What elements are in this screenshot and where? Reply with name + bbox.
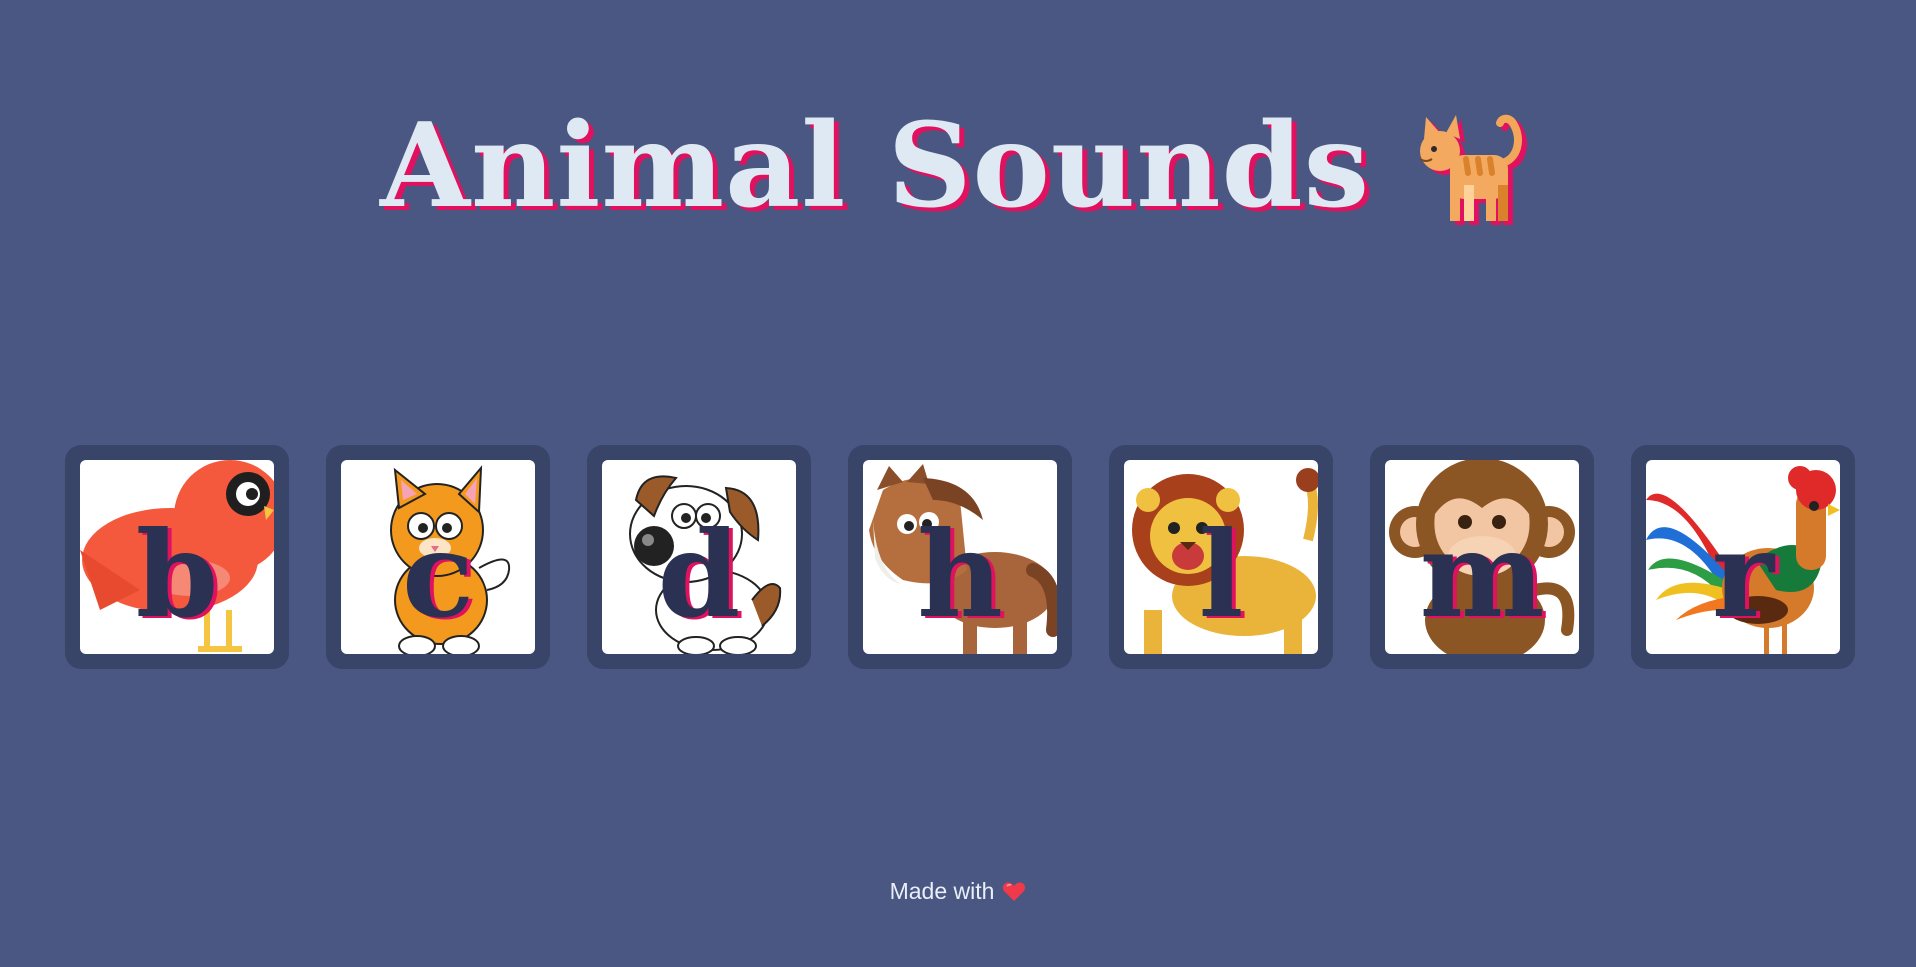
footer-text: Made with (889, 878, 995, 904)
key-monkey[interactable]: m (1370, 445, 1594, 669)
page-title: Animal Sounds (0, 96, 1916, 241)
key-letter: b (135, 505, 219, 644)
animal-keys: b c d h l m r (65, 445, 1855, 669)
key-letter: l (1198, 505, 1244, 644)
footer: Made with (0, 878, 1916, 905)
key-letter: r (1711, 505, 1775, 644)
page: Animal Sounds b c d h l m r Made with (0, 0, 1916, 967)
tile-lion: l (1124, 460, 1318, 654)
tile-dog: d (602, 460, 796, 654)
key-dog[interactable]: d (587, 445, 811, 669)
tile-horse: h (863, 460, 1057, 654)
key-letter: c (402, 505, 474, 644)
key-letter: d (657, 505, 741, 644)
tile-cat: c (341, 460, 535, 654)
key-letter: h (917, 505, 1003, 644)
key-rooster[interactable]: r (1631, 445, 1855, 669)
key-letter: m (1419, 505, 1545, 644)
page-title-text: Animal Sounds (380, 98, 1370, 234)
key-lion[interactable]: l (1109, 445, 1333, 669)
tile-rooster: r (1646, 460, 1840, 654)
heart-icon (1002, 880, 1026, 902)
key-bird[interactable]: b (65, 445, 289, 669)
key-cat[interactable]: c (326, 445, 550, 669)
cat-emoji-icon (1406, 103, 1536, 233)
tile-monkey: m (1385, 460, 1579, 654)
key-horse[interactable]: h (848, 445, 1072, 669)
tile-bird: b (80, 460, 274, 654)
